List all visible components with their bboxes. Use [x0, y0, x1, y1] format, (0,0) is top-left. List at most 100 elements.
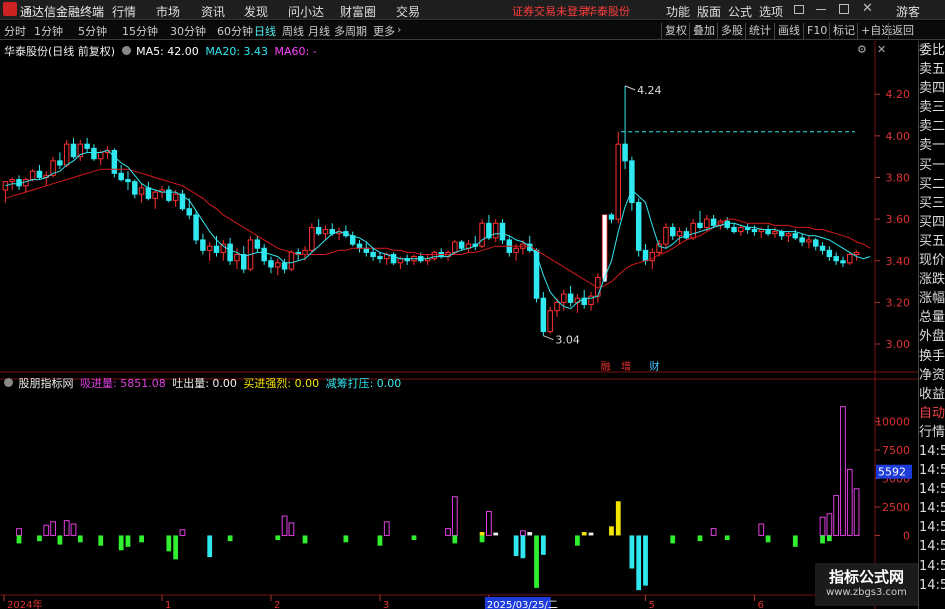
tab-weekly[interactable]: 周线	[282, 23, 304, 39]
candle	[615, 143, 622, 220]
y-tick-label: 3.40	[886, 255, 911, 268]
sidebar-item[interactable]: 涨跌	[919, 270, 945, 289]
tab-more[interactable]: 更多	[373, 23, 395, 39]
login-notice[interactable]: 证券交易未登录	[512, 3, 589, 19]
tab-monthly[interactable]: 月线	[308, 23, 330, 39]
sidebar-item[interactable]: 卖一	[919, 136, 945, 155]
duogu-button[interactable]: 多股	[717, 23, 746, 39]
login-stock[interactable]: 华泰股份	[586, 3, 630, 19]
window-icon[interactable]	[794, 5, 804, 14]
sidebar-item[interactable]: 14:56	[919, 557, 945, 576]
tab-30min[interactable]: 30分钟	[170, 23, 206, 39]
sidebar-item[interactable]: 卖五	[919, 60, 945, 79]
outflow-bar	[534, 535, 539, 588]
back-button[interactable]: 返回	[888, 23, 917, 39]
huaxian-button[interactable]: 画线	[774, 23, 803, 39]
sidebar-item[interactable]: 买二	[919, 175, 945, 194]
fuquan-button[interactable]: 复权	[661, 23, 690, 39]
chart-area[interactable]: 4.204.003.803.603.403.203.00100007500500…	[0, 41, 918, 609]
tab-1min[interactable]: 1分钟	[34, 23, 63, 39]
sidebar-item[interactable]: 14:56	[919, 576, 945, 595]
candle	[281, 262, 288, 270]
menu-item-faxian[interactable]: 发现	[244, 3, 268, 20]
sidebar-item[interactable]: 14:56	[919, 537, 945, 556]
tab-fenshi[interactable]: 分时	[4, 23, 26, 39]
menu-item-banmian[interactable]: 版面	[697, 3, 721, 20]
strong-buy-bar	[479, 532, 485, 536]
y-tick-label: 4.00	[886, 130, 911, 143]
biaoji-button[interactable]: 标记	[829, 23, 858, 39]
close-icon[interactable]: ✕	[862, 1, 873, 16]
sidebar-item[interactable]: 自动	[919, 404, 945, 423]
sidebar-item[interactable]: 14:56	[919, 518, 945, 537]
candle	[778, 231, 785, 237]
y-tick-label: 0	[903, 529, 910, 542]
main-chart-settings-icon[interactable]: ⚙	[857, 43, 867, 56]
sidebar-item[interactable]: 现价	[919, 251, 945, 270]
minimize-icon[interactable]	[816, 9, 826, 10]
strong-buy-bar	[609, 526, 614, 536]
menu-item-gongneng[interactable]: 功能	[666, 3, 690, 20]
sidebar-item[interactable]: 卖三	[919, 98, 945, 117]
sidebar-item[interactable]: 外盘	[919, 327, 945, 346]
tab-multi-period[interactable]: 多周期	[334, 23, 367, 39]
outflow-bar	[139, 535, 144, 543]
menu-item-wenxiaoda[interactable]: 问小达	[288, 3, 324, 20]
inflow-bar	[846, 468, 853, 536]
event-marker: 增	[621, 360, 631, 373]
sidebar-item[interactable]: 14:56	[919, 442, 945, 461]
sidebar-item[interactable]: 卖二	[919, 117, 945, 136]
current-value-label: 5592	[878, 466, 906, 479]
menu-item-zixun[interactable]: 资讯	[201, 3, 225, 20]
menu-item-gongshi[interactable]: 公式	[728, 3, 752, 20]
sidebar-item[interactable]: 买三	[919, 194, 945, 213]
sidebar-item[interactable]: 买五	[919, 232, 945, 251]
sidebar-item[interactable]: 14:56	[919, 461, 945, 480]
high-label: 4.24	[637, 84, 662, 97]
legend-toggle-icon[interactable]	[121, 46, 131, 55]
outflow-bar	[377, 535, 383, 546]
menu-item-caifuquan[interactable]: 财富圈	[340, 3, 376, 20]
candle	[397, 258, 404, 264]
sidebar-item[interactable]: 涨幅	[919, 289, 945, 308]
menu-item-hangqing[interactable]: 行情	[112, 3, 136, 20]
outflow-bar	[575, 535, 580, 546]
maximize-icon[interactable]	[839, 4, 849, 14]
outflow-bar	[479, 535, 485, 543]
sidebar-item[interactable]: 收益	[919, 385, 945, 404]
low-label: 3.04	[555, 334, 580, 347]
inflow-bar	[520, 530, 526, 536]
sidebar-item[interactable]: 净资	[919, 366, 945, 385]
user-label[interactable]: 游客	[896, 3, 920, 20]
tab-15min[interactable]: 15分钟	[122, 23, 158, 39]
f10-button[interactable]: F10	[803, 23, 830, 39]
sub-legend-toggle-icon[interactable]	[4, 378, 13, 387]
menu-item-xuanxiang[interactable]: 选项	[759, 3, 783, 20]
sidebar-item[interactable]: 买一	[919, 156, 945, 175]
tab-60min[interactable]: 60分钟	[217, 23, 253, 39]
menu-item-jiaoyi[interactable]: 交易	[396, 3, 420, 20]
sidebar-item[interactable]: 换手	[919, 347, 945, 366]
sidebar-item[interactable]: 14:56	[919, 499, 945, 518]
inflow-bar	[179, 529, 186, 536]
sidebar-item[interactable]: 14:56	[919, 480, 945, 499]
tongji-button[interactable]: 统计	[745, 23, 774, 39]
sidebar-item[interactable]: 买四	[919, 213, 945, 232]
candle	[554, 301, 560, 312]
tab-more-chevron-icon[interactable]: ›	[397, 23, 401, 36]
tab-daily[interactable]: 日线	[254, 23, 276, 39]
sidebar-item[interactable]: 行情	[919, 423, 945, 442]
candle	[738, 226, 744, 233]
candle	[254, 239, 261, 249]
inflow-bar	[50, 521, 56, 536]
main-chart-close-icon[interactable]: ✕	[877, 43, 886, 56]
menu-item-shichang[interactable]: 市场	[156, 3, 180, 20]
sidebar-item[interactable]: 委比	[919, 41, 945, 60]
candle	[152, 191, 158, 199]
tab-5min[interactable]: 5分钟	[78, 23, 107, 39]
y-tick-label: 4.20	[886, 88, 911, 101]
diejia-button[interactable]: 叠加	[689, 23, 718, 39]
sidebar-item[interactable]: 卖四	[919, 79, 945, 98]
sidebar-item[interactable]: 总量	[919, 308, 945, 327]
candle	[377, 256, 383, 260]
